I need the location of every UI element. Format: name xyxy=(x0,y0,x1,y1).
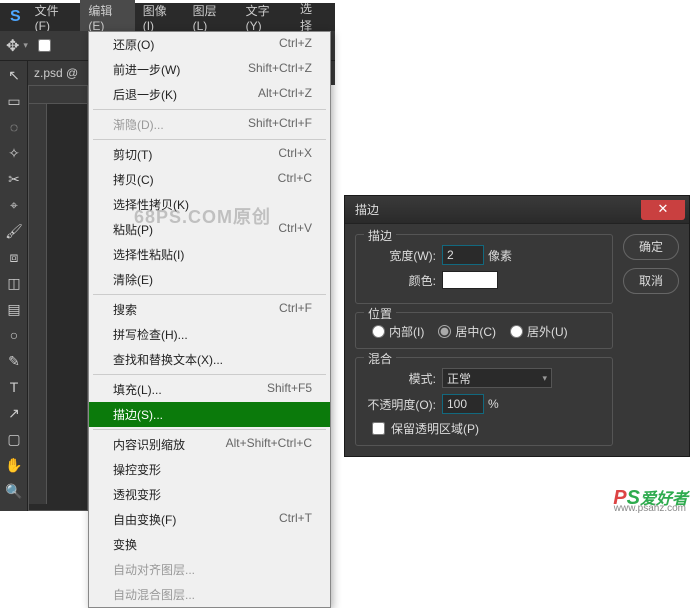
tool-wand[interactable]: ✧ xyxy=(2,141,26,165)
corner-url: www.psahz.com xyxy=(614,503,686,514)
position-center[interactable]: 居中(C) xyxy=(438,323,496,340)
menu-item[interactable]: 拼写检查(H)... xyxy=(89,322,330,347)
mode-select[interactable]: 正常 ▾ xyxy=(442,368,552,388)
tool-move[interactable]: ↖ xyxy=(2,63,26,87)
position-fieldset: 位置 内部(I) 居中(C) 居外(U) xyxy=(355,312,613,349)
tool-eraser[interactable]: ◫ xyxy=(2,271,26,295)
menu-item: 渐隐(D)...Shift+Ctrl+F xyxy=(89,112,330,137)
document-tab[interactable]: z.psd @ xyxy=(34,66,78,80)
edit-menu-dropdown: 还原(O)Ctrl+Z前进一步(W)Shift+Ctrl+Z后退一步(K)Alt… xyxy=(88,31,331,608)
tool-type[interactable]: T xyxy=(2,375,26,399)
menu-item[interactable]: 变换 xyxy=(89,532,330,557)
opacity-input[interactable] xyxy=(442,394,484,414)
color-swatch[interactable] xyxy=(442,271,498,289)
menu-item[interactable]: 还原(O)Ctrl+Z xyxy=(89,32,330,57)
menu-item[interactable]: 前进一步(W)Shift+Ctrl+Z xyxy=(89,57,330,82)
preserve-transparency-checkbox[interactable] xyxy=(372,422,385,435)
menu-bar: S 文件(F) 编辑(E) 图像(I) 图层(L) 文字(Y) 选择 xyxy=(0,3,335,31)
position-outside[interactable]: 居外(U) xyxy=(510,323,568,340)
tool-brush[interactable]: 🖌 xyxy=(2,219,26,243)
menu-item[interactable]: 操控变形 xyxy=(89,457,330,482)
chevron-down-icon: ▾ xyxy=(542,373,547,384)
width-input[interactable] xyxy=(442,245,484,265)
menu-separator xyxy=(93,109,326,110)
blend-fieldset: 混合 模式: 正常 ▾ 不透明度(O): % 保留透明区域(P) xyxy=(355,357,613,446)
tool-eyedropper[interactable]: ⌖ xyxy=(2,193,26,217)
opacity-unit: % xyxy=(488,397,499,411)
tool-pen[interactable]: ✎ xyxy=(2,349,26,373)
menu-item: 自动混合图层... xyxy=(89,582,330,607)
menu-item[interactable]: 剪切(T)Ctrl+X xyxy=(89,142,330,167)
opacity-label: 不透明度(O): xyxy=(364,396,436,413)
tool-dropdown-icon[interactable]: ▾ xyxy=(23,40,28,51)
menu-item[interactable]: 查找和替换文本(X)... xyxy=(89,347,330,372)
tool-lasso[interactable]: ◌ xyxy=(2,115,26,139)
tool-zoom[interactable]: 🔍 xyxy=(2,479,26,503)
ruler-horizontal xyxy=(29,86,87,104)
menu-item[interactable]: 拷贝(C)Ctrl+C xyxy=(89,167,330,192)
menu-separator xyxy=(93,374,326,375)
tool-shape[interactable]: ▢ xyxy=(2,427,26,451)
menu-item[interactable]: 描边(S)... xyxy=(89,402,330,427)
tool-blur[interactable]: ○ xyxy=(2,323,26,347)
tool-marquee[interactable]: ▭ xyxy=(2,89,26,113)
width-unit: 像素 xyxy=(488,247,512,264)
cancel-button[interactable]: 取消 xyxy=(623,268,679,294)
stroke-legend: 描边 xyxy=(364,227,396,244)
stroke-fieldset: 描边 宽度(W): 像素 颜色: xyxy=(355,234,613,304)
tools-panel: ↖ ▭ ◌ ✧ ✂ ⌖ 🖌 ⧈ ◫ ▤ ○ ✎ T ↗ ▢ ✋ 🔍 xyxy=(0,61,28,511)
preserve-transparency-label: 保留透明区域(P) xyxy=(391,420,479,437)
menu-item[interactable]: 选择性粘贴(I) xyxy=(89,242,330,267)
menu-separator xyxy=(93,429,326,430)
dialog-title: 描边 xyxy=(355,201,379,218)
menu-item[interactable]: 清除(E) xyxy=(89,267,330,292)
position-legend: 位置 xyxy=(364,305,396,322)
menu-item[interactable]: 粘贴(P)Ctrl+V xyxy=(89,217,330,242)
auto-select-checkbox[interactable] xyxy=(38,39,51,52)
tool-gradient[interactable]: ▤ xyxy=(2,297,26,321)
width-label: 宽度(W): xyxy=(364,247,436,264)
ok-button[interactable]: 确定 xyxy=(623,234,679,260)
move-tool-icon: ✥ xyxy=(6,36,19,56)
ruler-vertical xyxy=(29,104,47,504)
close-button[interactable]: ✕ xyxy=(641,200,685,220)
menu-item[interactable]: 后退一步(K)Alt+Ctrl+Z xyxy=(89,82,330,107)
color-label: 颜色: xyxy=(364,272,436,289)
tool-stamp[interactable]: ⧈ xyxy=(2,245,26,269)
blend-legend: 混合 xyxy=(364,350,396,367)
menu-separator xyxy=(93,294,326,295)
menu-item[interactable]: 内容识别缩放Alt+Shift+Ctrl+C xyxy=(89,432,330,457)
menu-item[interactable]: 选择性拷贝(K) xyxy=(89,192,330,217)
menu-item[interactable]: 自由变换(F)Ctrl+T xyxy=(89,507,330,532)
stroke-dialog: 描边 ✕ 描边 宽度(W): 像素 颜色: 位置 内部 xyxy=(344,195,690,457)
menu-item[interactable]: 搜索Ctrl+F xyxy=(89,297,330,322)
canvas-area xyxy=(28,85,88,511)
menu-item: 自动对齐图层... xyxy=(89,557,330,582)
position-inside[interactable]: 内部(I) xyxy=(372,323,424,340)
dialog-titlebar[interactable]: 描边 ✕ xyxy=(345,196,689,224)
app-logo: S xyxy=(4,8,27,26)
tool-hand[interactable]: ✋ xyxy=(2,453,26,477)
menu-item[interactable]: 透视变形 xyxy=(89,482,330,507)
tool-path[interactable]: ↗ xyxy=(2,401,26,425)
tool-crop[interactable]: ✂ xyxy=(2,167,26,191)
mode-label: 模式: xyxy=(364,370,436,387)
menu-item[interactable]: 填充(L)...Shift+F5 xyxy=(89,377,330,402)
menu-separator xyxy=(93,139,326,140)
